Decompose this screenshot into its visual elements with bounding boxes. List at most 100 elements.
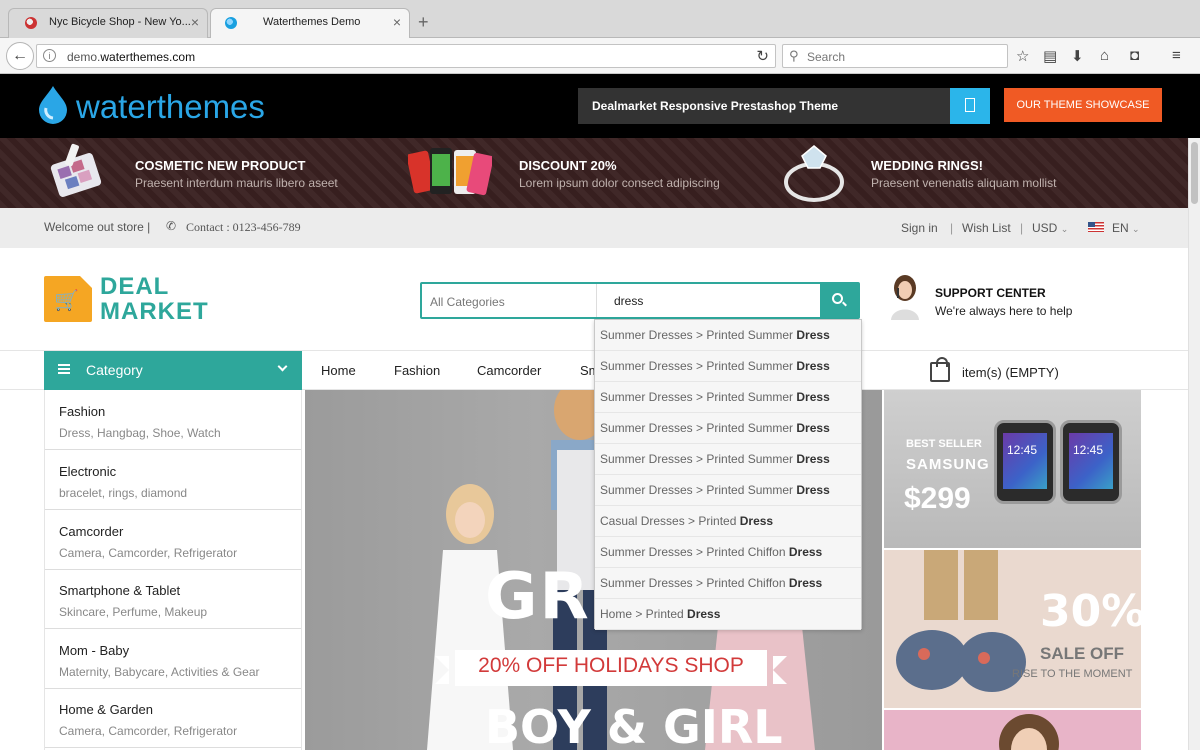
theme-select-button[interactable] (950, 88, 990, 124)
browser-tab[interactable]: Nyc Bicycle Shop - New Yo... × (8, 8, 208, 38)
page-scrollbar[interactable] (1188, 138, 1200, 750)
category-select[interactable]: All Categories (430, 295, 505, 309)
tab-favicon-icon (225, 17, 237, 29)
support-subtitle: We're always here to help (935, 304, 1073, 318)
logo-text: waterthemes (76, 88, 265, 125)
logo-line2: MARKET (100, 298, 209, 325)
new-tab-icon[interactable]: + (418, 12, 429, 33)
url-prefix: demo. (67, 50, 101, 64)
logo-line1: DEAL (100, 273, 170, 300)
category-menu-toggle[interactable]: Category (44, 351, 302, 390)
url-text: demo.waterthemes.com (67, 50, 195, 64)
category-item[interactable]: Smartphone & Tablet Skincare, Perfume, M… (45, 569, 301, 629)
dealmarket-logo-mark[interactable]: 🛒 (44, 276, 92, 322)
banner-price: $299 (904, 482, 971, 515)
currency-select[interactable]: USD ⌄ (1032, 221, 1068, 235)
menu-icon[interactable]: ≡ (1172, 47, 1181, 64)
nav-home[interactable]: Home (321, 363, 356, 378)
address-bar[interactable]: i demo.waterthemes.com ↻ (36, 44, 776, 68)
suggestion-item[interactable]: Summer Dresses > Printed Chiffon Dress (595, 537, 861, 568)
nav-fashion[interactable]: Fashion (394, 363, 440, 378)
browser-search-box[interactable]: ⚲ Search (782, 44, 1008, 68)
category-item[interactable]: Fashion Dress, Hangbag, Shoe, Watch (45, 390, 301, 450)
chevron-down-icon: ⌄ (1132, 224, 1140, 234)
category-desc: Maternity, Babycare, Activities & Gear (59, 665, 260, 679)
category-item[interactable]: Electronic bracelet, rings, diamond (45, 450, 301, 510)
promo-cosmetic[interactable]: COSMETIC NEW PRODUCT Praesent interdum m… (40, 138, 380, 208)
sale-off-text: SALE OFF (1040, 644, 1125, 663)
category-item[interactable]: Home & Garden Camera, Camcorder, Refrige… (45, 688, 301, 748)
promo-bar: COSMETIC NEW PRODUCT Praesent interdum m… (0, 138, 1188, 208)
category-label: Category (86, 362, 143, 378)
suggestion-path: Summer Dresses > Printed Summer (600, 390, 797, 404)
showcase-button[interactable]: OUR THEME SHOWCASE (1004, 88, 1162, 122)
scrollbar-thumb[interactable] (1191, 142, 1198, 204)
promo-title: DISCOUNT 20% (519, 158, 617, 173)
search-placeholder: Search (807, 50, 846, 64)
search-button[interactable] (820, 284, 858, 317)
category-desc: Camera, Camcorder, Refrigerator (59, 724, 238, 738)
back-arrow-icon[interactable]: ← (6, 42, 34, 70)
suggestion-match: Dress (796, 359, 830, 373)
support-title: SUPPORT CENTER (935, 286, 1046, 300)
close-icon[interactable]: × (393, 14, 401, 30)
dealmarket-logo-text[interactable]: DEAL MARKET (100, 274, 209, 324)
info-icon[interactable]: i (43, 49, 56, 62)
suggestion-item[interactable]: Summer Dresses > Printed Summer Dress (595, 413, 861, 444)
bookmark-star-icon[interactable]: ☆ (1016, 47, 1029, 65)
search-suggestions: Summer Dresses > Printed Summer Dress Su… (594, 319, 862, 630)
category-item[interactable]: Mom - Baby Maternity, Babycare, Activiti… (45, 629, 301, 689)
fashion-banner[interactable] (884, 710, 1141, 750)
download-icon[interactable]: ⬇ (1071, 47, 1084, 65)
pocket-icon[interactable]: ◘ (1130, 47, 1139, 64)
suggestion-item[interactable]: Summer Dresses > Printed Summer Dress (595, 320, 861, 351)
suggestion-item[interactable]: Home > Printed Dress (595, 599, 861, 630)
cart-label: item(s) (EMPTY) (962, 365, 1059, 380)
woman-image (999, 714, 1059, 750)
suggestion-item[interactable]: Summer Dresses > Printed Summer Dress (595, 475, 861, 506)
search-input[interactable] (598, 284, 822, 317)
diamond-ring-icon (784, 145, 844, 202)
suggestion-match: Dress (687, 607, 721, 621)
sign-in-link[interactable]: Sign in (901, 221, 938, 235)
phone-icon: ✆ (166, 219, 177, 233)
tab-title: Nyc Bicycle Shop - New Yo... (49, 16, 191, 28)
us-flag-icon (1088, 222, 1104, 232)
suggestion-item[interactable]: Summer Dresses > Printed Summer Dress (595, 382, 861, 413)
suggestion-match: Dress (796, 328, 830, 342)
suggestion-match: Dress (788, 576, 823, 590)
suggestion-path: Summer Dresses > Printed Chiffon (600, 576, 789, 590)
sale-banner[interactable]: 30% SALE OFF RISE TO THE MOMENT (884, 550, 1141, 708)
welcome-bar: Welcome out store | ✆ Contact : 0123-456… (0, 208, 1188, 248)
suggestion-item[interactable]: Summer Dresses > Printed Summer Dress (595, 444, 861, 475)
suggestion-match: Dress (739, 514, 774, 528)
samsung-banner[interactable]: BEST SELLER SAMSUNG $299 12:45 12:45 (884, 390, 1141, 548)
chevron-down-icon (277, 361, 288, 372)
product-search: All Categories (420, 282, 860, 319)
suggestion-item[interactable]: Summer Dresses > Printed Summer Dress (595, 351, 861, 382)
promo-discount[interactable]: DISCOUNT 20% Lorem ipsum dolor consect a… (408, 138, 748, 208)
browser-nav-bar: ← i demo.waterthemes.com ↻ ⚲ Search ☆ ▤ … (0, 38, 1200, 74)
promo-subtitle: Praesent interdum mauris libero aseet (135, 176, 338, 190)
close-icon[interactable]: × (191, 14, 199, 30)
category-item[interactable]: Camcorder Camera, Camcorder, Refrigerato… (45, 510, 301, 570)
sale-subtitle: RISE TO THE MOMENT (1012, 668, 1133, 680)
reload-icon[interactable]: ↻ (756, 47, 769, 65)
hero-subline: BOY & GIRL (485, 700, 783, 750)
suggestion-item[interactable]: Casual Dresses > Printed Dress (595, 506, 861, 537)
browser-tab-active[interactable]: Waterthemes Demo × (210, 8, 410, 38)
nav-camcorder[interactable]: Camcorder (477, 363, 541, 378)
promo-wedding[interactable]: WEDDING RINGS! Praesent venenatis aliqua… (780, 138, 1120, 208)
suggestion-item[interactable]: Summer Dresses > Printed Chiffon Dress (595, 568, 861, 599)
category-name: Mom - Baby (59, 643, 130, 658)
banner-tag: BEST SELLER (906, 438, 982, 450)
sale-percent: 30% (1040, 586, 1141, 637)
reading-list-icon[interactable]: ▤ (1043, 47, 1057, 65)
language-select[interactable]: EN ⌄ (1112, 221, 1140, 235)
search-icon: ⚲ (789, 48, 799, 63)
watch-time: 12:45 (1007, 443, 1038, 457)
home-icon[interactable]: ⌂ (1100, 47, 1109, 64)
tab-title: Waterthemes Demo (263, 16, 361, 28)
wish-list-link[interactable]: Wish List (962, 221, 1011, 235)
theme-select[interactable]: Dealmarket Responsive Prestashop Theme (578, 88, 990, 124)
